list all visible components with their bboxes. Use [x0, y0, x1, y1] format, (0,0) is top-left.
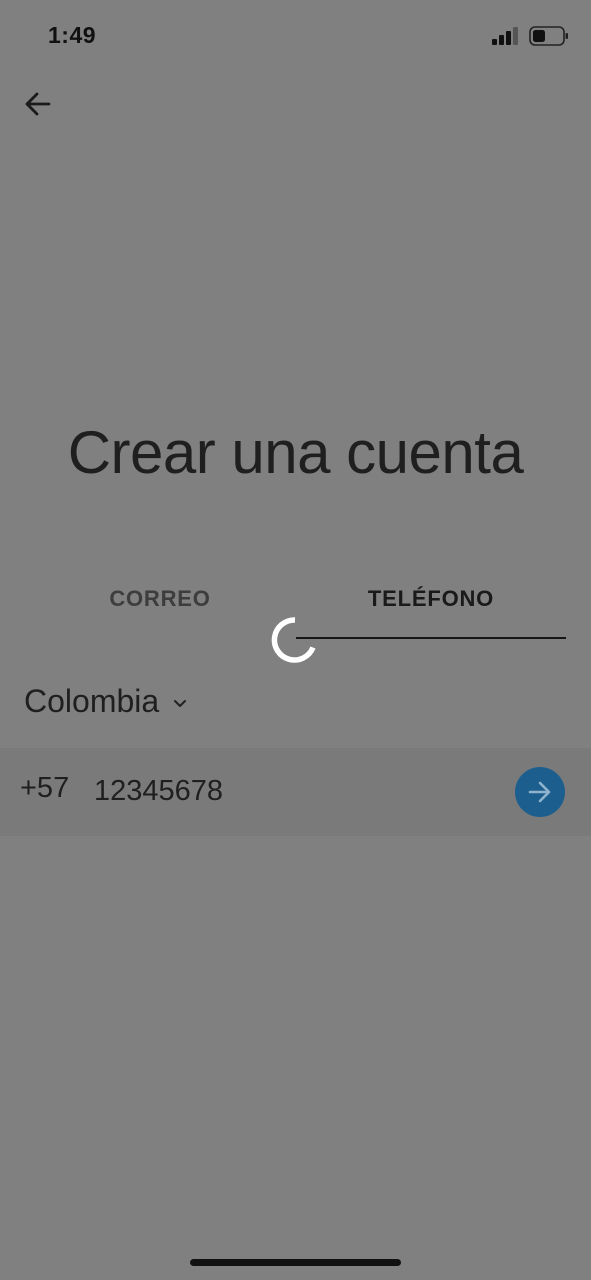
cellular-signal-icon [492, 27, 518, 45]
arrow-left-icon [25, 92, 51, 116]
loading-spinner-icon [271, 617, 316, 663]
tab-phone[interactable]: TELÉFONO [296, 580, 566, 638]
active-tab-indicator [296, 637, 566, 639]
back-button[interactable] [18, 84, 58, 124]
phone-number-input[interactable] [94, 768, 474, 814]
chevron-down-icon [174, 700, 187, 707]
phone-input-row: +57 [0, 748, 591, 836]
status-bar: 1:49 [0, 0, 591, 72]
arrow-right-icon [528, 781, 551, 803]
tab-email[interactable]: CORREO [25, 580, 295, 638]
status-time: 1:49 [48, 22, 97, 48]
battery-icon [529, 26, 568, 46]
country-name: Colombia [24, 682, 160, 719]
country-code: +57 [20, 772, 70, 804]
submit-button[interactable] [515, 767, 565, 817]
country-selector[interactable]: Colombia [24, 676, 187, 726]
home-indicator [190, 1259, 401, 1266]
page-title: Crear una cuenta [67, 419, 524, 486]
